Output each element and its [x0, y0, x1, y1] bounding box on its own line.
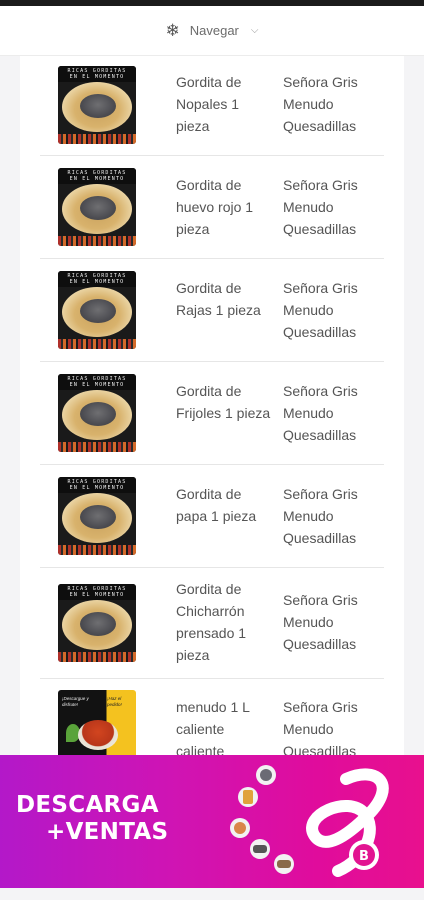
store-name: Señora Gris Menudo Quesadillas — [283, 592, 358, 652]
list-item[interactable]: RICAS GORDITAS EN EL MOMENTO Gordita de C… — [40, 568, 384, 679]
product-name[interactable]: Gordita de Nopales 1 pieza — [176, 71, 272, 137]
snowflake-icon[interactable]: ❄ — [166, 22, 180, 39]
svg-text:B: B — [359, 849, 369, 864]
promo-headline: DESCARGA — [16, 792, 159, 818]
product-name[interactable]: Gordita de huevo rojo 1 pieza — [176, 174, 272, 240]
list-item[interactable]: RICAS GORDITAS EN EL MOMENTO Gordita de p… — [40, 465, 384, 568]
image-banner-text: RICAS GORDITAS EN EL MOMENTO — [58, 477, 136, 493]
store-name: Señora Gris Menudo Quesadillas — [283, 280, 358, 340]
product-image[interactable]: RICAS GORDITAS EN EL MOMENTO — [58, 271, 136, 349]
product-image[interactable]: RICAS GORDITAS EN EL MOMENTO — [58, 66, 136, 144]
store-name: Señora Gris Menudo Quesadillas — [283, 177, 358, 237]
product-name[interactable]: Gordita de papa 1 pieza — [176, 483, 272, 527]
product-image[interactable]: RICAS GORDITAS EN EL MOMENTO — [58, 168, 136, 246]
navigate-dropdown-label[interactable]: Navegar — [190, 23, 239, 38]
store-name: Señora Gris Menudo Quesadillas — [283, 383, 358, 443]
list-item[interactable]: RICAS GORDITAS EN EL MOMENTO Gordita de R… — [40, 259, 384, 362]
product-image[interactable]: RICAS GORDITAS EN EL MOMENTO — [58, 374, 136, 452]
list-item[interactable]: RICAS GORDITAS EN EL MOMENTO Gordita de N… — [40, 56, 384, 156]
image-banner-text: RICAS GORDITAS EN EL MOMENTO — [58, 374, 136, 390]
product-name[interactable]: menudo 1 L caliente caliente — [176, 696, 272, 762]
store-name: Señora Gris Menudo Quesadillas — [283, 699, 358, 759]
image-banner-text: RICAS GORDITAS EN EL MOMENTO — [58, 168, 136, 184]
product-image[interactable]: RICAS GORDITAS EN EL MOMENTO — [58, 477, 136, 555]
chevron-down-icon[interactable]: ⌵ — [251, 25, 259, 36]
image-banner-text: RICAS GORDITAS EN EL MOMENTO — [58, 271, 136, 287]
store-name: Señora Gris Menudo Quesadillas — [283, 486, 358, 546]
promo-banner[interactable]: DESCARGA +VENTAS B — [0, 755, 424, 888]
store-name: Señora Gris Menudo Quesadillas — [283, 74, 358, 134]
image-banner-text: RICAS GORDITAS EN EL MOMENTO — [58, 584, 136, 600]
top-navigation-bar: ❄ Navegar ⌵ — [0, 6, 424, 56]
promo-subheadline: +VENTAS — [46, 819, 169, 845]
product-name[interactable]: Gordita de Frijoles 1 pieza — [176, 380, 272, 424]
promo-logo-icon: B — [230, 765, 389, 877]
product-name[interactable]: Gordita de Chicharrón prensado 1 pieza — [176, 578, 272, 666]
image-banner-text: RICAS GORDITAS EN EL MOMENTO — [58, 66, 136, 82]
product-image[interactable]: RICAS GORDITAS EN EL MOMENTO — [58, 584, 136, 662]
product-name[interactable]: Gordita de Rajas 1 pieza — [176, 277, 272, 321]
list-item[interactable]: RICAS GORDITAS EN EL MOMENTO Gordita de F… — [40, 362, 384, 465]
bottom-strip — [0, 888, 424, 900]
list-item[interactable]: RICAS GORDITAS EN EL MOMENTO Gordita de h… — [40, 156, 384, 259]
